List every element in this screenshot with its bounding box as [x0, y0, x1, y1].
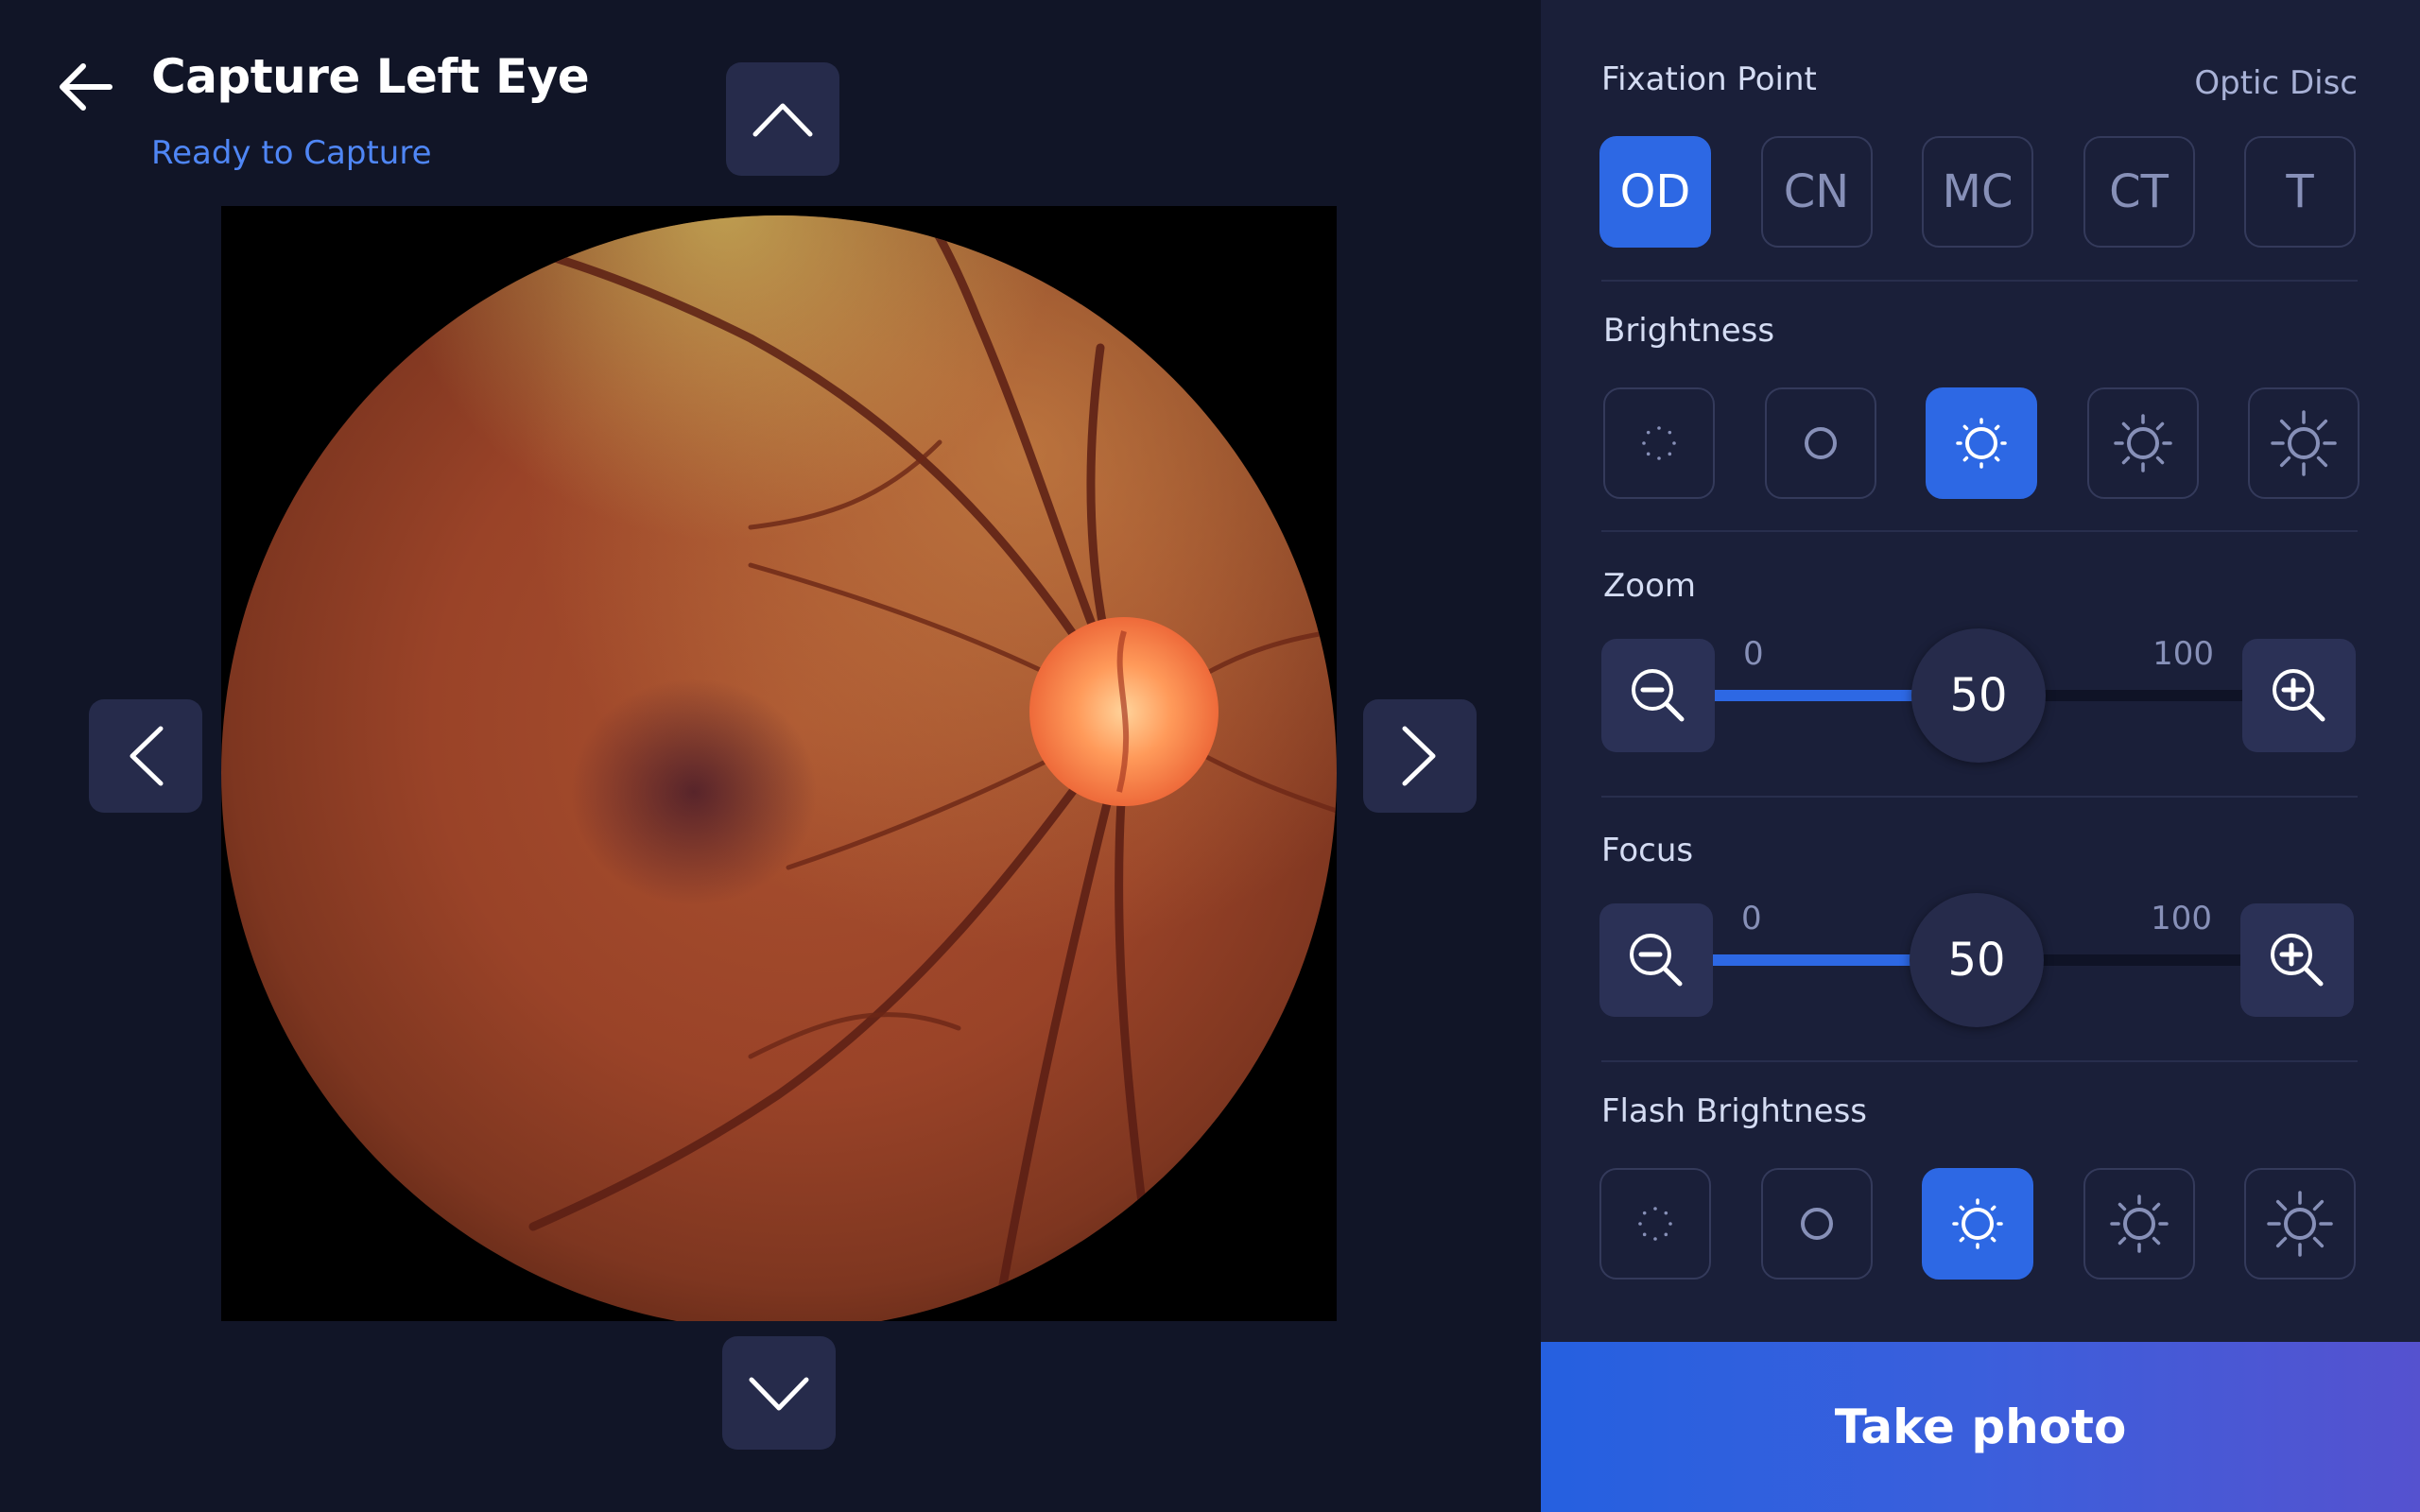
page-title: Capture Left Eye [151, 49, 590, 104]
sun-icon [1800, 1208, 1833, 1240]
move-down-button[interactable] [722, 1336, 836, 1450]
brightness-level-3-button[interactable] [1926, 387, 2037, 499]
zoom-in-icon [2273, 669, 2325, 722]
move-right-button[interactable] [1363, 699, 1477, 813]
move-up-button[interactable] [726, 62, 839, 176]
fixation-option-ct[interactable]: CT [2083, 136, 2195, 248]
flash-brightness-level-1-button[interactable] [1599, 1168, 1711, 1280]
focus-increase-button[interactable] [2240, 903, 2354, 1017]
chevron-up-icon [752, 103, 813, 137]
focus-min-label: 0 [1741, 900, 1762, 937]
brightness-level-2-button[interactable] [1764, 387, 1876, 499]
brightness-level-4-button[interactable] [2086, 387, 2199, 499]
flash-brightness-level-5-button[interactable] [2244, 1168, 2356, 1280]
sun-icon [1638, 1207, 1672, 1241]
brightness-options [1603, 387, 2360, 501]
focus-slider: 0 100 50 [1599, 893, 2354, 1027]
zoom-max-label: 100 [2152, 635, 2214, 673]
zoom-track[interactable]: 50 [1715, 628, 2242, 763]
flash-brightness-level-4-button[interactable] [2083, 1168, 2195, 1280]
divider [1601, 1060, 2358, 1062]
flash-brightness-label: Flash Brightness [1601, 1092, 1868, 1130]
fixation-option-od[interactable]: OD [1599, 136, 1711, 248]
move-left-button[interactable] [89, 699, 202, 813]
retina-image [221, 206, 1337, 1321]
sun-icon [1952, 1198, 2003, 1249]
brightness-level-1-button[interactable] [1603, 387, 1715, 499]
sun-icon [2113, 414, 2172, 472]
sun-icon [1956, 418, 2007, 469]
focus-max-label: 100 [2151, 900, 2212, 937]
capture-status: Ready to Capture [151, 134, 432, 172]
fixation-options: OD CN MC CT T [1599, 136, 2356, 249]
zoom-out-icon [1630, 934, 1683, 987]
zoom-label: Zoom [1603, 567, 1697, 605]
take-photo-button[interactable]: Take photo [1541, 1342, 2420, 1512]
focus-decrease-button[interactable] [1599, 903, 1713, 1017]
zoom-slider: 0 100 50 [1601, 628, 2356, 763]
fixation-option-cn[interactable]: CN [1760, 136, 1873, 248]
camera-preview [221, 206, 1337, 1321]
zoom-in-icon [2271, 934, 2324, 987]
chevron-left-icon [130, 726, 164, 786]
divider [1601, 796, 2358, 798]
fixation-option-mc[interactable]: MC [1922, 136, 2033, 248]
focus-label: Focus [1601, 832, 1694, 869]
fixation-label: Fixation Point [1601, 60, 1817, 98]
flash-brightness-level-3-button[interactable] [1922, 1168, 2033, 1280]
sun-icon [2267, 1191, 2333, 1257]
zoom-min-label: 0 [1743, 635, 1764, 673]
brightness-label: Brightness [1603, 312, 1775, 350]
fixation-selected-name: Optic Disc [2194, 64, 2358, 102]
zoom-in-button[interactable] [2242, 639, 2356, 752]
fixation-option-t[interactable]: T [2244, 136, 2356, 248]
divider [1601, 530, 2358, 532]
zoom-knob[interactable]: 50 [1911, 628, 2046, 763]
flash-brightness-level-2-button[interactable] [1760, 1168, 1873, 1280]
back-button[interactable] [55, 59, 121, 115]
sun-icon [2271, 410, 2337, 476]
sun-icon [2109, 1194, 2169, 1253]
chevron-down-icon [749, 1377, 809, 1411]
zoom-out-icon [1632, 669, 1685, 722]
zoom-out-button[interactable] [1601, 639, 1715, 752]
divider [1601, 280, 2358, 282]
focus-track[interactable]: 50 [1713, 893, 2240, 1027]
focus-knob[interactable]: 50 [1910, 893, 2044, 1027]
flash-brightness-options [1599, 1168, 2356, 1281]
brightness-level-5-button[interactable] [2248, 387, 2360, 499]
sun-icon [1642, 426, 1676, 460]
sun-icon [1804, 427, 1837, 459]
chevron-right-icon [1402, 726, 1436, 786]
arrow-left-icon [60, 63, 112, 111]
